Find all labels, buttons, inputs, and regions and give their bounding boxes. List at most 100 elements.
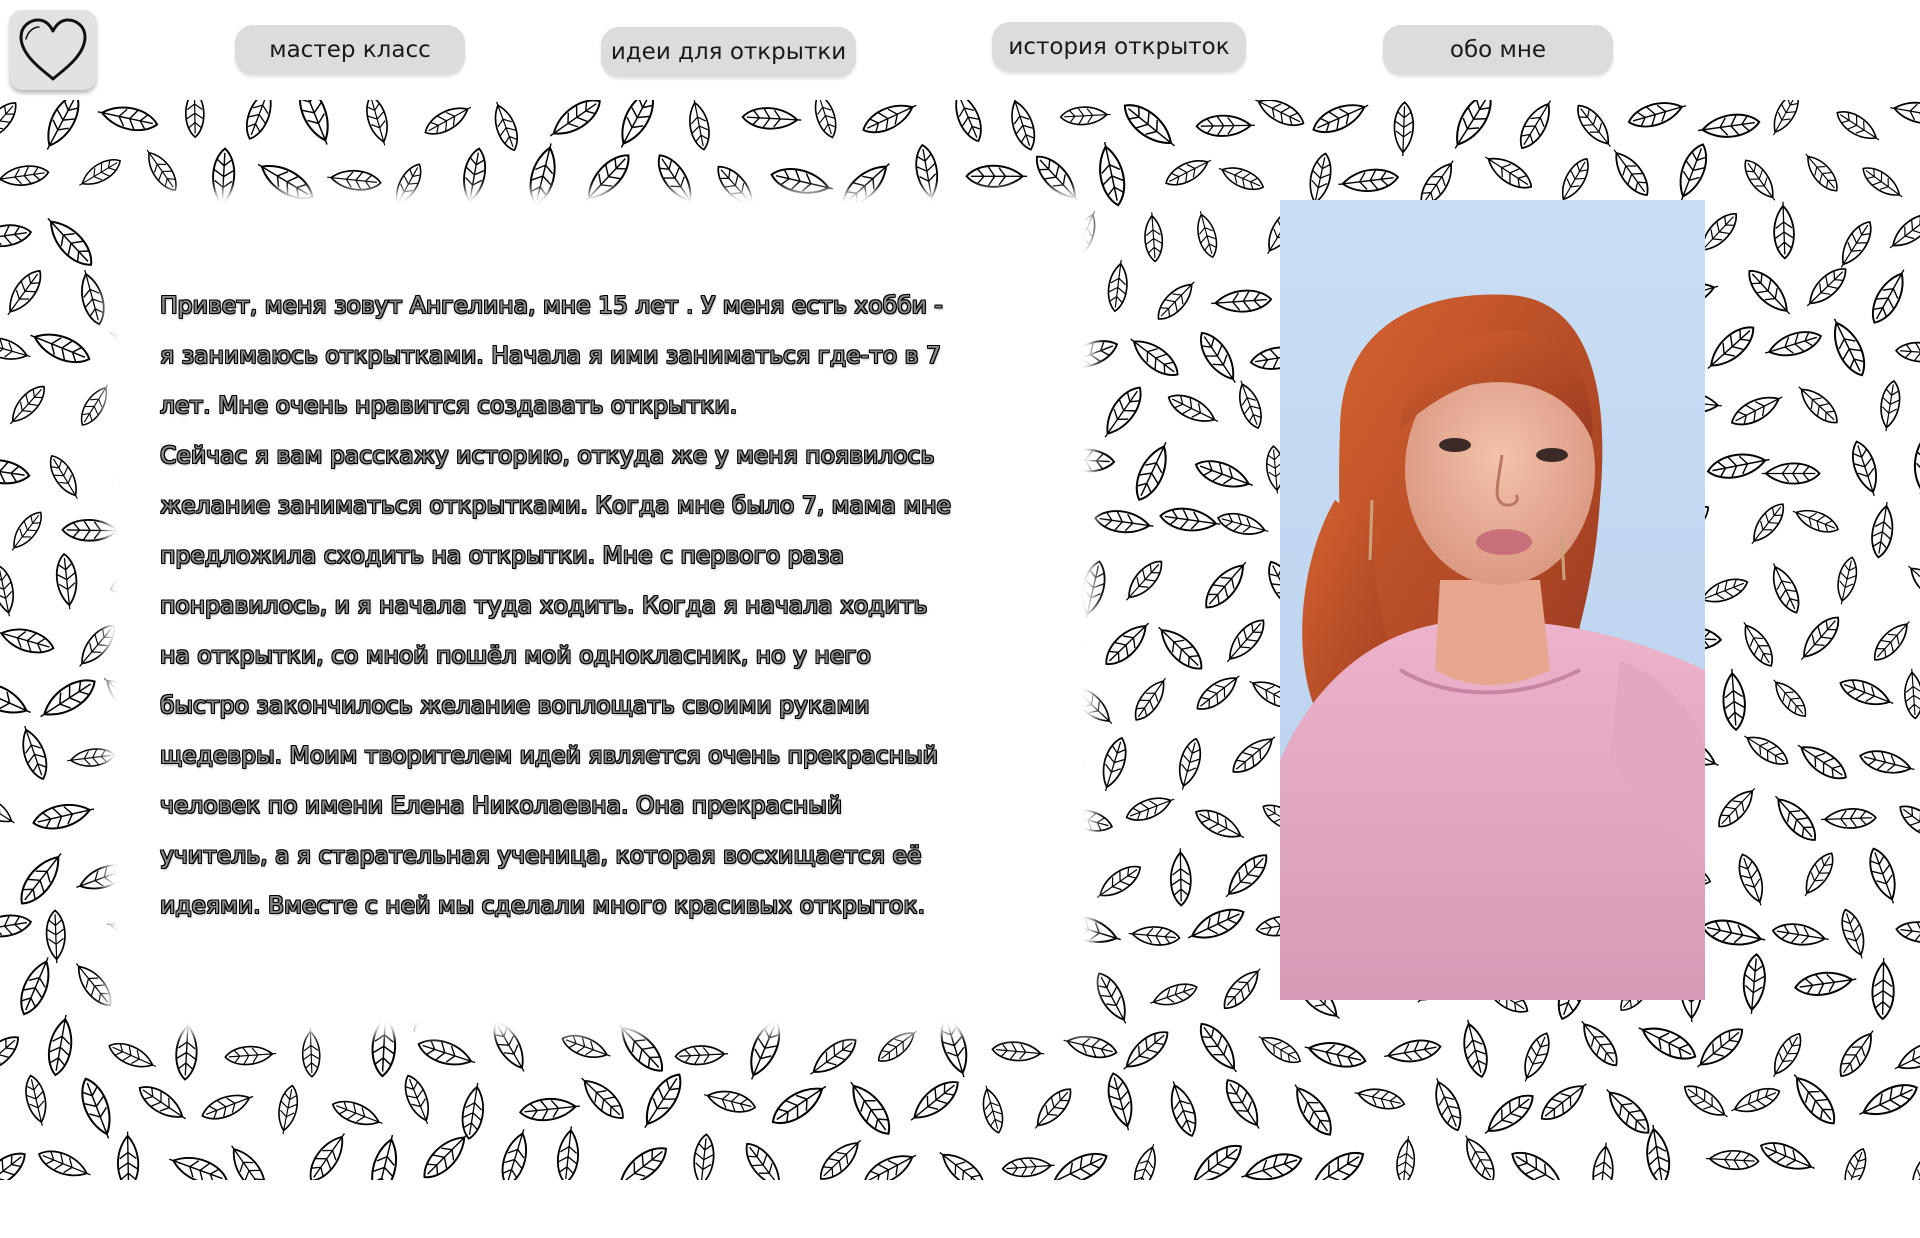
leaf-icon — [1730, 396, 1783, 426]
leaf-icon — [529, 143, 556, 206]
leaf-icon — [965, 164, 1028, 188]
about-me-text-panel: Привет, меня зовут Ангелина, мне 15 лет … — [120, 205, 1080, 1020]
leaf-icon — [1159, 507, 1221, 532]
leaf-icon — [48, 1014, 73, 1077]
nav-master-class-button[interactable]: мастер класс — [235, 25, 465, 75]
leaf-icon — [810, 1038, 857, 1075]
leaf-icon — [1894, 341, 1920, 363]
leaf-icon — [423, 1133, 468, 1179]
leaf-icon — [1748, 269, 1791, 315]
leaf-icon — [212, 147, 236, 209]
leaf-icon — [0, 165, 50, 186]
leaf-icon — [1859, 750, 1915, 774]
story-line: Сейчас я вам расскажу историю, откуда же… — [160, 441, 935, 469]
leaf-icon — [745, 1142, 783, 1180]
leaf-icon — [1049, 1152, 1108, 1180]
leaf-icon — [11, 511, 42, 551]
leaf-icon — [1354, 1088, 1406, 1110]
leaf-icon — [1798, 386, 1838, 424]
nav-card-history-button[interactable]: история открыток — [992, 22, 1246, 72]
leaf-icon — [689, 100, 710, 151]
leaf-icon — [1773, 201, 1795, 260]
leaf-icon — [1581, 1020, 1618, 1067]
leaf-icon — [1218, 167, 1265, 191]
leaf-icon — [1199, 1022, 1237, 1073]
leaf-icon — [331, 1100, 383, 1126]
leaf-icon — [585, 154, 630, 202]
nav-about-me-button[interactable]: обо мне — [1383, 25, 1613, 75]
leaf-icon — [1205, 561, 1247, 609]
leaf-icon — [915, 143, 939, 202]
leaf-icon — [1167, 394, 1219, 422]
leaf-icon — [371, 1134, 398, 1180]
leaf-icon — [9, 385, 45, 425]
leaf-icon — [1613, 149, 1649, 196]
leaf-icon — [1874, 621, 1910, 661]
leaf-icon — [1312, 104, 1369, 134]
leaf-icon — [1761, 462, 1821, 485]
leaf-icon — [1239, 380, 1262, 430]
leaf-icon — [201, 1094, 254, 1120]
leaf-icon — [1011, 100, 1036, 151]
leaf-icon — [1179, 737, 1202, 790]
leaf-icon — [1722, 668, 1746, 732]
leaf-icon — [955, 100, 982, 143]
leaf-icon — [1096, 865, 1142, 898]
leaf-icon — [1099, 141, 1126, 207]
leaf-icon — [1123, 104, 1175, 147]
leaf-icon — [1465, 1135, 1495, 1180]
story-line: быстро закончилось желание воплощать сво… — [160, 691, 870, 719]
leaf-icon — [1435, 1078, 1462, 1132]
leaf-icon — [138, 1086, 186, 1120]
leaf-icon — [1627, 102, 1687, 128]
leaf-icon — [1123, 1031, 1169, 1070]
leaf-icon — [1125, 797, 1175, 821]
leaf-icon — [1913, 430, 1920, 495]
leaf-icon — [366, 100, 388, 146]
leaf-icon — [463, 147, 486, 206]
leaf-icon — [371, 1011, 397, 1078]
leaf-icon — [7, 269, 42, 316]
leaf-icon — [1797, 744, 1847, 780]
leaf-icon — [417, 1039, 476, 1066]
leaf-icon — [1889, 213, 1920, 249]
leaf-icon — [1871, 957, 1895, 1021]
leaf-icon — [20, 853, 62, 905]
leaf-icon — [1216, 512, 1269, 535]
leaf-icon — [231, 1145, 266, 1180]
home-logo-button[interactable] — [10, 10, 96, 90]
nav-card-ideas-button[interactable]: идеи для открытки — [601, 27, 856, 77]
story-line: учитель, а я старательная ученица, котор… — [160, 841, 922, 869]
leaf-icon — [556, 1126, 579, 1180]
leaf-icon — [0, 459, 31, 485]
leaf-icon — [616, 1147, 667, 1180]
leaf-icon — [32, 803, 95, 830]
leaf-icon — [1225, 1079, 1260, 1129]
leaf-icon — [40, 679, 96, 718]
leaf-icon — [0, 795, 15, 824]
leaf-icon — [850, 1081, 891, 1135]
leaf-icon — [146, 149, 177, 191]
leaf-icon — [770, 168, 833, 194]
about-me-story: Привет, меня зовут Ангелина, мне 15 лет … — [160, 280, 1040, 930]
leaf-icon — [45, 909, 66, 964]
leaf-icon — [395, 163, 422, 208]
leaf-icon — [693, 1133, 715, 1180]
leaf-icon — [1096, 972, 1127, 1024]
leaf-icon — [108, 1042, 157, 1068]
leaf-icon — [620, 100, 654, 148]
leaf-icon — [1254, 100, 1305, 127]
leaf-icon — [1059, 106, 1111, 126]
leaf-icon — [549, 100, 601, 137]
leaf-icon — [1211, 289, 1273, 313]
leaf-icon — [1775, 795, 1816, 841]
leaf-icon — [501, 1129, 527, 1180]
leaf-icon — [1744, 735, 1789, 765]
story-line: предложила сходить на открытки. Мне с пе… — [160, 541, 844, 569]
leaf-icon — [1742, 953, 1766, 1015]
leaf-icon — [939, 1151, 985, 1180]
story-line: Привет, меня зовут Ангелина, мне 15 лет … — [160, 291, 943, 319]
leaf-icon — [1701, 919, 1766, 946]
leaf-icon — [175, 1021, 198, 1081]
leaf-icon — [819, 1139, 862, 1180]
